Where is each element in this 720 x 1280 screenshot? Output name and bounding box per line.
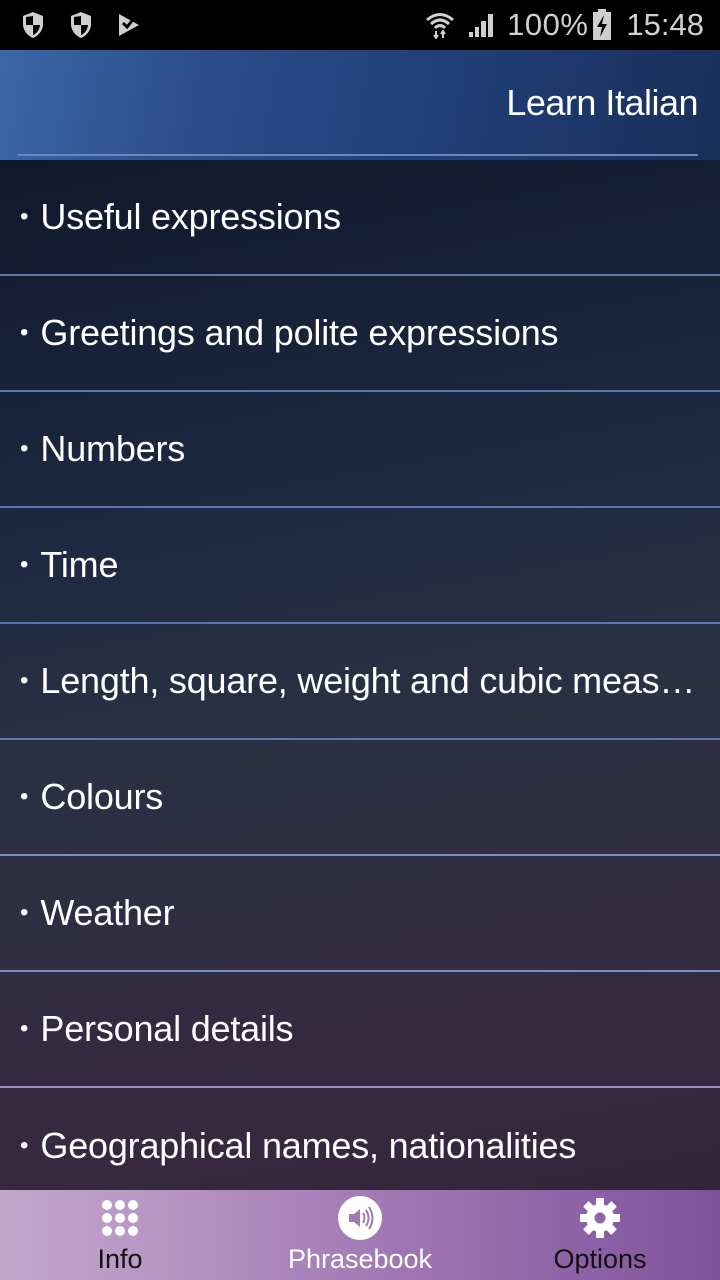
bullet-icon: •	[20, 783, 29, 810]
topic-label: Colours	[40, 776, 164, 817]
list-item[interactable]: • Colours	[0, 740, 720, 856]
topic-label: Personal details	[40, 1008, 294, 1049]
status-left-icons	[20, 10, 164, 40]
status-bar: 100% 15:48	[0, 0, 720, 50]
app-header: Learn Italian	[0, 50, 720, 160]
bullet-icon: •	[20, 1132, 29, 1159]
page-title: Learn Italian	[506, 82, 698, 123]
shield-icon	[20, 10, 46, 40]
list-item[interactable]: • Personal details	[0, 972, 720, 1088]
nav-info-label: Info	[97, 1244, 143, 1274]
bullet-icon: •	[20, 435, 29, 462]
bullet-icon: •	[20, 203, 29, 230]
list-item[interactable]: • Useful expressions	[0, 160, 720, 276]
grid-dots-icon	[98, 1196, 142, 1240]
nav-info-button[interactable]: Info	[0, 1190, 240, 1280]
topic-label: Useful expressions	[40, 196, 341, 237]
bullet-icon: •	[20, 1015, 29, 1042]
shield-icon	[68, 10, 94, 40]
topic-label: Geographical names, nationalities	[40, 1125, 577, 1166]
topic-label: Numbers	[40, 428, 186, 469]
signal-icon	[467, 12, 495, 38]
list-item[interactable]: • Greetings and polite expressions	[0, 276, 720, 392]
topic-label: Weather	[40, 892, 175, 933]
bullet-icon: •	[20, 899, 29, 926]
list-item[interactable]: • Length, square, weight and cubic measur…	[0, 624, 720, 740]
status-right-icons: 100% 15:48	[413, 7, 704, 43]
list-item[interactable]: • Time	[0, 508, 720, 624]
gear-icon	[578, 1196, 622, 1240]
topic-label: Greetings and polite expressions	[40, 312, 559, 353]
nav-phrasebook-button[interactable]: Phrasebook	[240, 1190, 480, 1280]
list-item[interactable]: • Geographical names, nationalities	[0, 1088, 720, 1190]
bullet-icon: •	[20, 319, 29, 346]
nav-options-button[interactable]: Options	[480, 1190, 720, 1280]
topic-label: Time	[40, 544, 119, 585]
bottom-nav: Info Phrasebook Options	[0, 1190, 720, 1280]
clock: 15:48	[626, 7, 704, 42]
wifi-icon	[425, 11, 455, 39]
bullet-icon: •	[20, 667, 29, 694]
topic-label: Length, square, weight and cubic measure…	[40, 660, 702, 701]
header-divider	[18, 154, 698, 156]
list-item[interactable]: • Numbers	[0, 392, 720, 508]
topic-list: • Useful expressions • Greetings and polit…	[0, 160, 720, 1190]
play-store-check-icon	[116, 10, 142, 40]
battery-charging-icon	[592, 9, 612, 41]
app-screen: 100% 15:48 Learn Italian • Useful express…	[0, 0, 720, 1280]
nav-phrasebook-label: Phrasebook	[287, 1244, 433, 1274]
battery-percent: 100%	[507, 7, 589, 42]
nav-options-label: Options	[553, 1244, 647, 1274]
bullet-icon: •	[20, 551, 29, 578]
speaker-icon	[338, 1196, 382, 1240]
list-item[interactable]: • Weather	[0, 856, 720, 972]
